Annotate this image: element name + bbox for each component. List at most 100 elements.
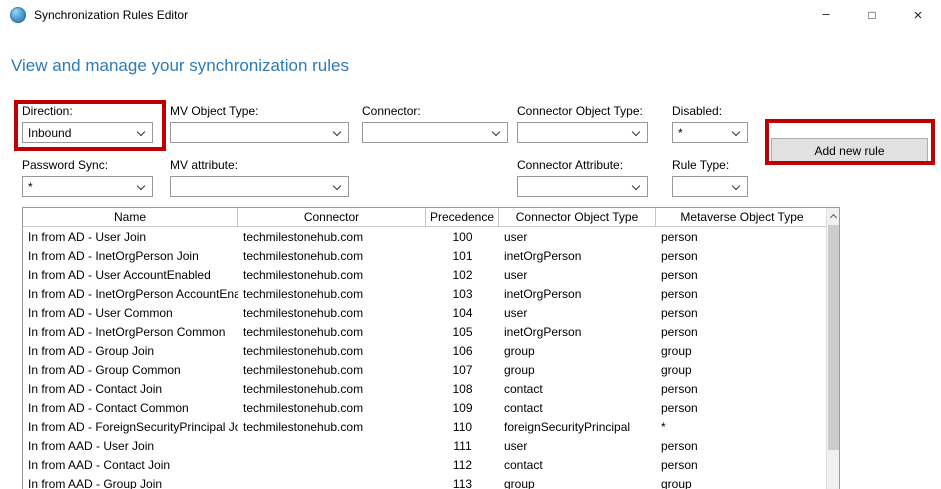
table-cell: In from AAD - User Join <box>28 438 155 453</box>
table-cell: person <box>661 248 698 263</box>
connector-select[interactable] <box>362 122 508 143</box>
table-cell: 111 <box>453 438 472 453</box>
page-title: View and manage your synchronization rul… <box>11 56 349 75</box>
scroll-up-button[interactable] <box>827 208 839 223</box>
vertical-scrollbar[interactable] <box>826 208 839 489</box>
table-cell: 104 <box>452 305 473 320</box>
table-cell: foreignSecurityPrincipal <box>504 419 631 434</box>
chevron-down-icon <box>731 127 741 137</box>
chevron-down-icon <box>136 181 146 191</box>
table-cell: group <box>661 362 692 377</box>
table-cell: In from AD - InetOrgPerson Join <box>28 248 199 263</box>
password-sync-select-value: * <box>28 180 33 194</box>
table-cell: person <box>661 400 698 415</box>
table-cell: In from AD - User AccountEnabled <box>28 267 211 282</box>
table-row[interactable]: In from AD - User Common techmilestonehub… <box>23 303 828 322</box>
table-cell: In from AD - InetOrgPerson AccountEnable… <box>28 286 238 301</box>
table-cell: In from AD - InetOrgPerson Common <box>28 324 226 339</box>
table-cell: 110 <box>452 419 473 434</box>
table-cell <box>238 474 426 489</box>
mv-attribute-filter: MV attribute: <box>170 158 349 197</box>
password-sync-filter: Password Sync: * <box>22 158 153 197</box>
table-cell: * <box>661 419 666 434</box>
table-row[interactable]: In from AAD - Contact Join 112 contact pers… <box>23 455 828 474</box>
table-cell: 108 <box>452 381 473 396</box>
disabled-select[interactable]: * <box>672 122 748 143</box>
password-sync-select[interactable]: * <box>22 176 153 197</box>
scrollbar-thumb[interactable] <box>828 225 839 450</box>
table-cell: person <box>661 286 698 301</box>
table-cell: techmilestonehub.com <box>243 286 364 301</box>
table-cell: 112 <box>452 457 473 472</box>
table-cell: person <box>661 305 698 320</box>
column-header-precedence[interactable]: Precedence <box>426 208 499 226</box>
minimize-button[interactable]: – <box>803 0 849 30</box>
table-row[interactable]: In from AD - User Join techmilestonehub.c… <box>23 227 828 246</box>
table-row[interactable]: In from AD - InetOrgPerson AccountEnable… <box>23 284 828 303</box>
mv-object-type-filter: MV Object Type: <box>170 104 349 143</box>
table-row[interactable]: In from AAD - Group Join 113 group group <box>23 474 828 489</box>
table-cell: 109 <box>452 400 473 415</box>
table-cell: person <box>661 457 698 472</box>
chevron-down-icon <box>829 485 838 489</box>
close-button[interactable]: × <box>895 0 941 30</box>
table-row[interactable]: In from AD - Contact Join techmilestonehu… <box>23 379 828 398</box>
column-header-name[interactable]: Name <box>23 208 238 226</box>
table-row[interactable]: In from AD - Contact Common techmilestone… <box>23 398 828 417</box>
connector-attribute-select[interactable] <box>517 176 648 197</box>
table-cell: 113 <box>452 476 473 489</box>
table-cell: 106 <box>452 343 473 358</box>
maximize-button[interactable]: □ <box>849 0 895 30</box>
table-cell: inetOrgPerson <box>504 248 582 263</box>
connector-attribute-filter: Connector Attribute: <box>517 158 648 197</box>
scroll-down-button[interactable] <box>827 483 839 489</box>
table-row[interactable]: In from AD - User AccountEnabled techmile… <box>23 265 828 284</box>
chevron-up-icon <box>829 213 838 221</box>
table-row[interactable]: In from AD - ForeignSecurityPrincipal Jo… <box>23 417 828 436</box>
table-cell: group <box>504 362 535 377</box>
table-cell: 103 <box>452 286 473 301</box>
chevron-down-icon <box>136 127 146 137</box>
table-cell: In from AD - Contact Common <box>28 400 189 415</box>
column-header-connector-object-type[interactable]: Connector Object Type <box>499 208 656 226</box>
add-new-rule-button[interactable]: Add new rule <box>771 138 928 163</box>
direction-filter-label: Direction: <box>22 104 73 118</box>
table-cell: inetOrgPerson <box>504 286 582 301</box>
table-cell: contact <box>504 457 543 472</box>
connector-object-type-filter-label: Connector Object Type: <box>517 104 643 118</box>
table-row[interactable]: In from AD - Group Join techmilestonehub.… <box>23 341 828 360</box>
table-header: Name Connector Precedence Connector Obje… <box>23 208 828 227</box>
rule-type-select[interactable] <box>672 176 748 197</box>
table-cell: group <box>504 343 535 358</box>
table-cell: person <box>661 438 698 453</box>
connector-object-type-select[interactable] <box>517 122 648 143</box>
table-row[interactable]: In from AD - InetOrgPerson Common techmil… <box>23 322 828 341</box>
table-cell: In from AD - Contact Join <box>28 381 163 396</box>
table-row[interactable]: In from AD - InetOrgPerson Join techmiles… <box>23 246 828 265</box>
rule-type-filter-label: Rule Type: <box>672 158 730 172</box>
mv-object-type-filter-label: MV Object Type: <box>170 104 259 118</box>
table-cell: In from AD - Group Join <box>28 343 155 358</box>
window: Synchronization Rules Editor – □ × View … <box>0 0 941 489</box>
table-cell: techmilestonehub.com <box>243 267 364 282</box>
table-cell: user <box>504 229 528 244</box>
table-cell: person <box>661 229 698 244</box>
column-header-connector[interactable]: Connector <box>238 208 426 226</box>
mv-object-type-select[interactable] <box>170 122 349 143</box>
table-cell: 105 <box>452 324 473 339</box>
column-header-metaverse-object-type[interactable]: Metaverse Object Type <box>656 208 828 226</box>
table-row[interactable]: In from AAD - User Join 111 user person <box>23 436 828 455</box>
disabled-filter: Disabled: * <box>672 104 748 143</box>
table-row[interactable]: In from AD - Group Common techmilestonehu… <box>23 360 828 379</box>
table-cell: group <box>661 343 692 358</box>
direction-filter: Direction: Inbound <box>22 104 153 143</box>
table-cell <box>238 455 426 474</box>
table-cell: inetOrgPerson <box>504 324 582 339</box>
mv-attribute-select[interactable] <box>170 176 349 197</box>
chevron-down-icon <box>491 127 501 137</box>
rule-type-filter: Rule Type: <box>672 158 748 197</box>
table-cell: user <box>504 438 528 453</box>
titlebar: Synchronization Rules Editor – □ × <box>0 0 941 30</box>
table-cell: user <box>504 305 528 320</box>
direction-select[interactable]: Inbound <box>22 122 153 143</box>
